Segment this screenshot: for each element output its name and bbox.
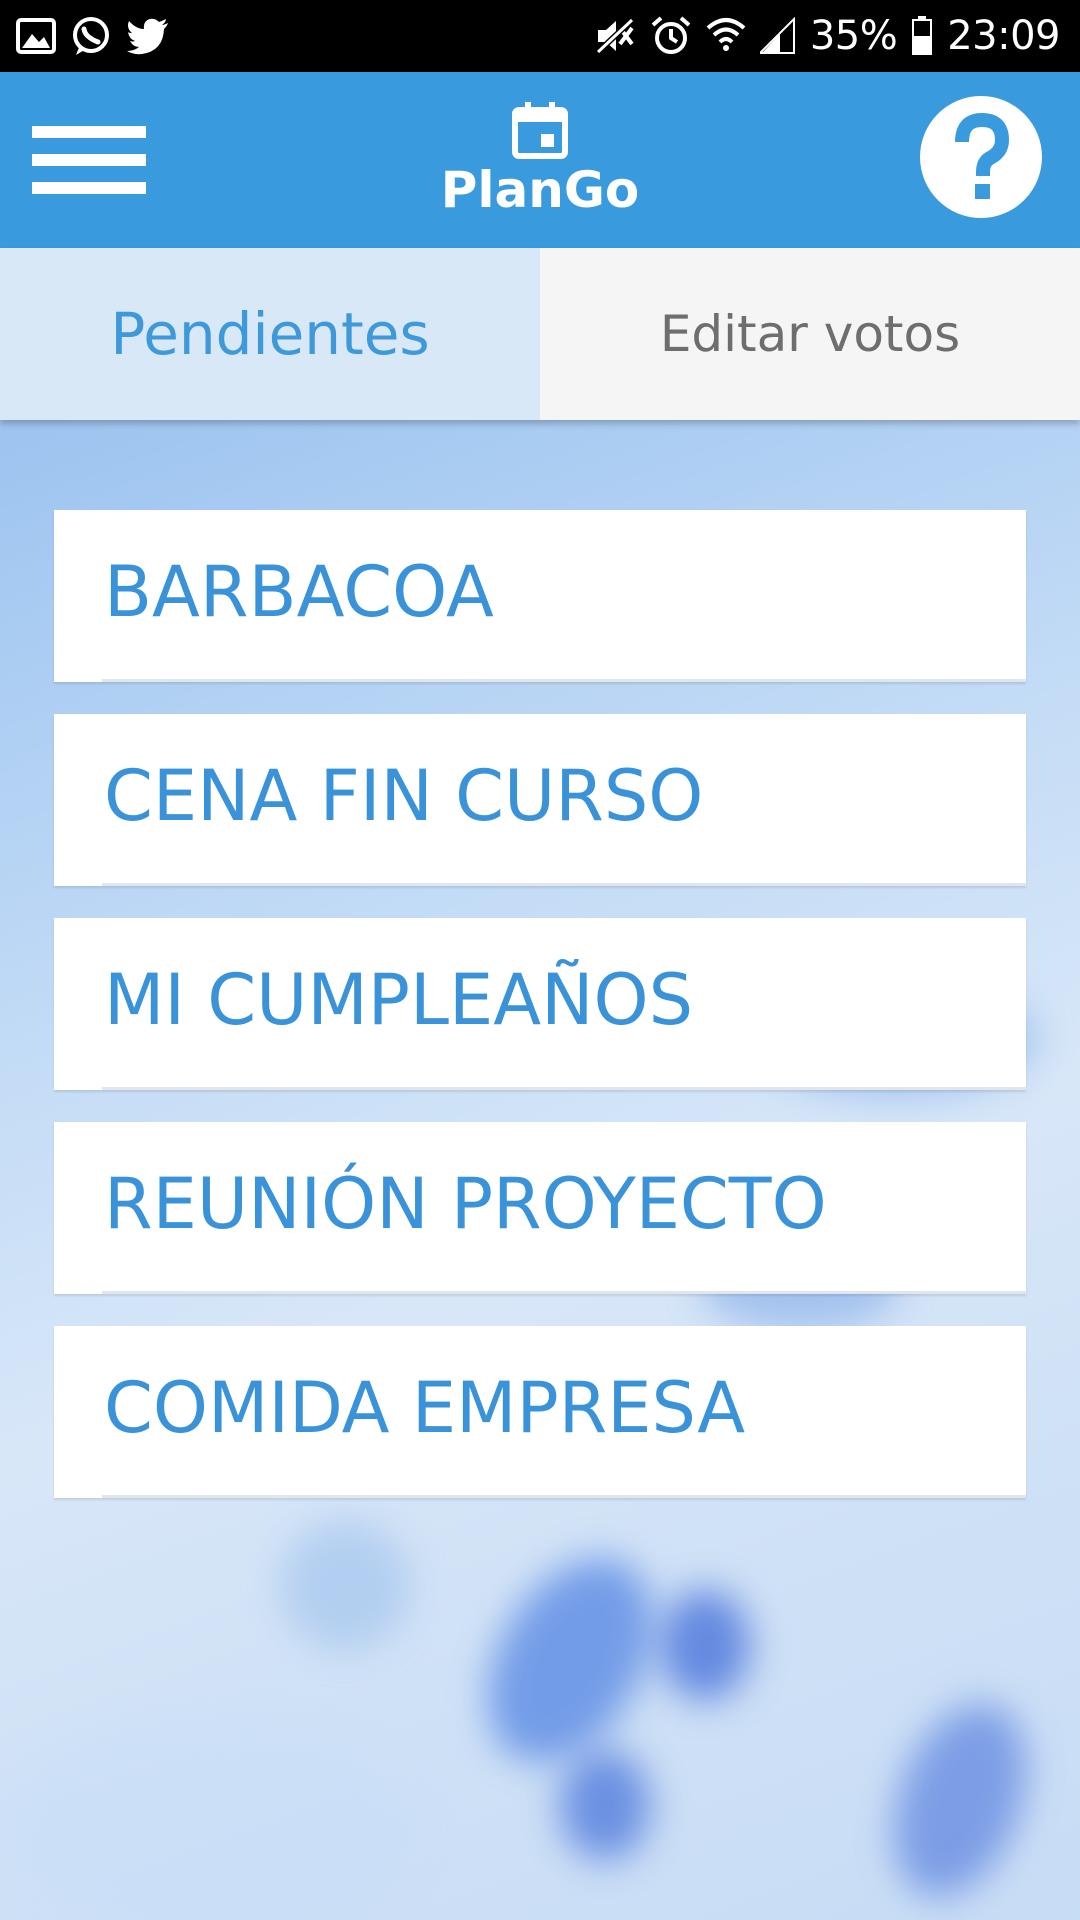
app-title: PlanGo — [440, 161, 640, 219]
clock: 23:09 — [947, 13, 1060, 59]
status-bar: 35% 23:09 — [0, 0, 1080, 72]
list-item[interactable]: MI CUMPLEAÑOS — [54, 918, 1026, 1090]
list-item[interactable]: REUNIÓN PROYECTO — [54, 1122, 1026, 1294]
list-item[interactable]: CENA FIN CURSO — [54, 714, 1026, 886]
mute-icon — [594, 16, 636, 56]
help-button[interactable] — [920, 96, 1042, 218]
plan-label: REUNIÓN PROYECTO — [104, 1163, 827, 1245]
menu-line — [32, 154, 146, 166]
menu-line — [32, 126, 146, 138]
tab-pendientes[interactable]: Pendientes — [0, 248, 540, 420]
background-blur — [560, 1750, 650, 1860]
background-blur — [869, 1685, 1051, 1915]
calendar-icon — [390, 102, 690, 160]
app-logo: PlanGo — [390, 102, 690, 232]
plan-label: BARBACOA — [104, 551, 494, 633]
system-status: 35% 23:09 — [594, 10, 1060, 62]
signal-icon — [759, 17, 796, 55]
tab-editar-votos[interactable]: Editar votos — [540, 248, 1080, 420]
list-item[interactable]: COMIDA EMPRESA — [54, 1326, 1026, 1498]
wifi-icon — [706, 16, 746, 56]
background-blur — [280, 1520, 410, 1650]
notification-icons — [16, 14, 170, 58]
alarm-icon — [650, 15, 692, 57]
battery-percentage: 35% — [809, 13, 898, 59]
plan-label: COMIDA EMPRESA — [104, 1367, 746, 1449]
whatsapp-icon — [70, 15, 112, 57]
battery-icon — [911, 16, 933, 56]
app-bar: PlanGo — [0, 72, 1080, 248]
tab-bar: Pendientes Editar votos — [0, 248, 1080, 420]
background-blur — [454, 1529, 686, 1791]
hamburger-menu-icon[interactable] — [32, 120, 146, 200]
plan-list: BARBACOA CENA FIN CURSO MI CUMPLEAÑOS RE… — [54, 510, 1026, 1530]
plan-label: CENA FIN CURSO — [104, 755, 704, 837]
plan-label: MI CUMPLEAÑOS — [104, 959, 694, 1041]
twitter-icon — [126, 17, 170, 55]
menu-line — [32, 182, 146, 194]
image-icon — [16, 18, 56, 54]
background-blur — [660, 1590, 750, 1700]
question-mark-icon — [955, 112, 1010, 199]
list-item[interactable]: BARBACOA — [54, 510, 1026, 682]
background-blur — [0, 1720, 420, 1920]
